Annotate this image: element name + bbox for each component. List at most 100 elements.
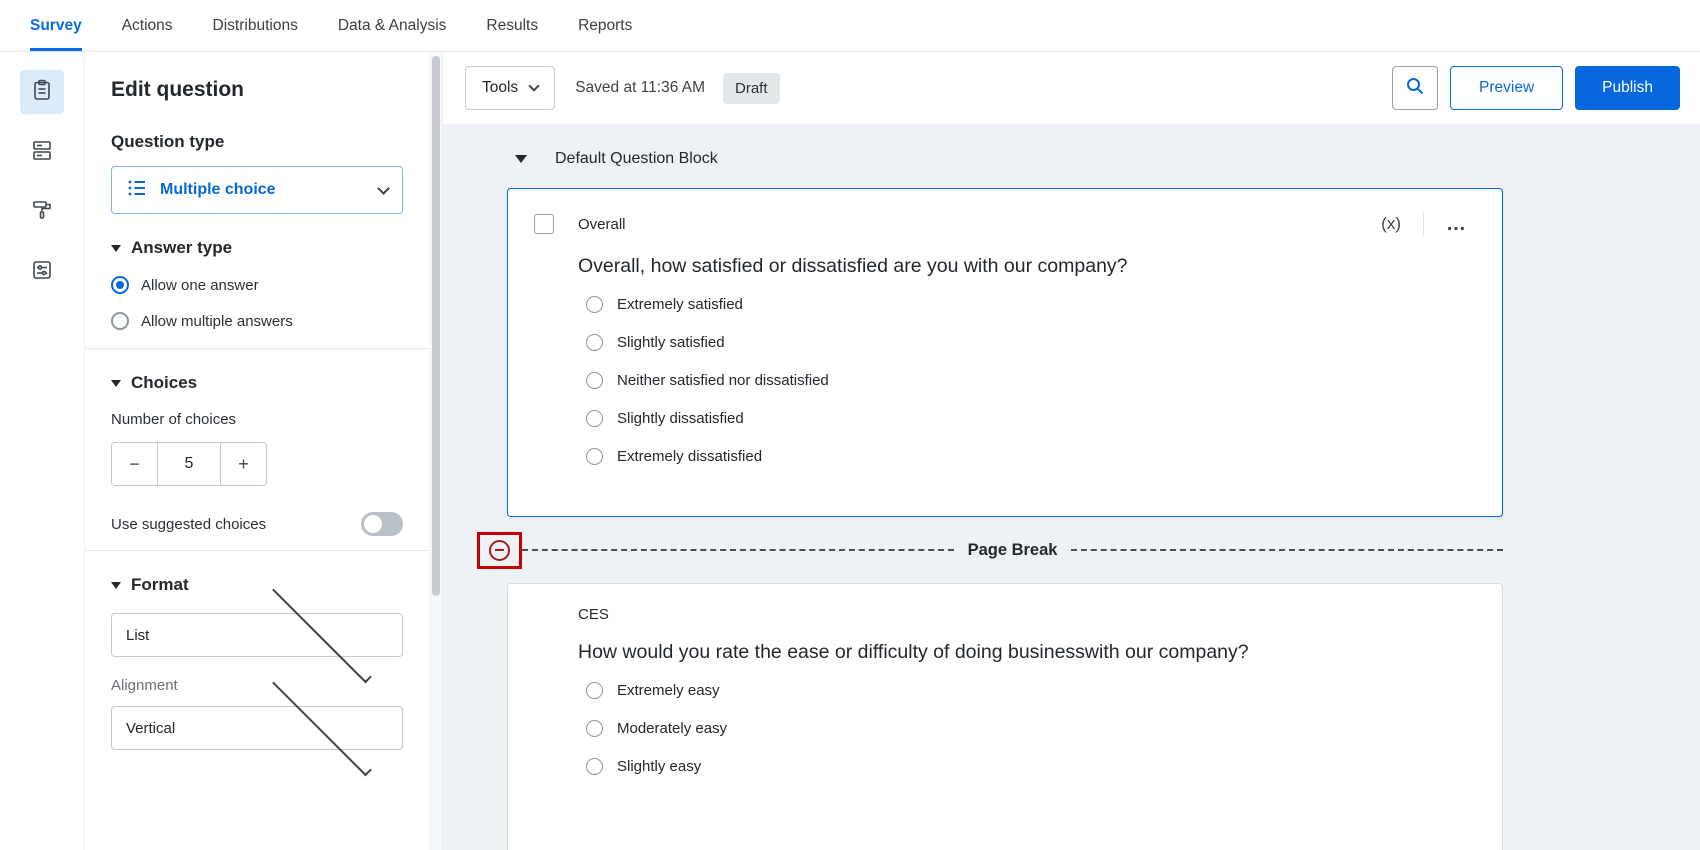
choice-row[interactable]: Extremely easy xyxy=(586,678,1502,702)
question-id-label: CES xyxy=(578,606,609,623)
choice-radio-icon xyxy=(586,296,603,313)
radio-button-icon xyxy=(111,276,129,294)
survey-toolbar: Tools Saved at 11:36 AM Draft Preview Pu… xyxy=(443,52,1700,124)
tools-dropdown-button[interactable]: Tools xyxy=(465,66,555,110)
format-title: Format xyxy=(131,575,189,595)
choice-radio-icon xyxy=(586,720,603,737)
answer-type-section-header[interactable]: Answer type xyxy=(111,238,403,258)
question-dismiss-button[interactable]: (x) xyxy=(1381,214,1401,234)
question-card-header: Overall (x) … xyxy=(508,211,1502,237)
tab-actions[interactable]: Actions xyxy=(122,0,173,51)
annotation-highlight xyxy=(477,532,522,569)
rail-item-survey-options[interactable] xyxy=(20,250,64,294)
choice-label: Neither satisfied nor dissatisfied xyxy=(617,372,829,389)
rail-item-blocks[interactable] xyxy=(20,130,64,174)
question-block-container: Default Question Block Overall (x) … Ove… xyxy=(507,140,1503,850)
settings-sliders-icon xyxy=(30,258,54,287)
tab-distributions[interactable]: Distributions xyxy=(213,0,298,51)
suggested-choices-toggle[interactable] xyxy=(361,512,403,536)
block-collapse-icon[interactable] xyxy=(515,155,527,163)
question-card-overall[interactable]: Overall (x) … Overall, how satisfied or … xyxy=(507,188,1503,517)
publish-button[interactable]: Publish xyxy=(1575,66,1680,110)
blocks-icon xyxy=(30,138,54,167)
question-id-label: Overall xyxy=(578,216,626,233)
preview-button[interactable]: Preview xyxy=(1450,66,1563,110)
rail-item-survey-builder[interactable] xyxy=(20,70,64,114)
search-button[interactable] xyxy=(1392,66,1438,110)
block-title: Default Question Block xyxy=(555,150,718,168)
choice-row[interactable]: Slightly satisfied xyxy=(586,330,1502,354)
page-break-row: Page Break xyxy=(507,525,1503,575)
chevron-down-icon xyxy=(529,80,540,91)
main-area: Tools Saved at 11:36 AM Draft Preview Pu… xyxy=(443,52,1700,850)
choices-count-value: 5 xyxy=(157,443,221,485)
choice-label: Slightly satisfied xyxy=(617,334,725,351)
choice-label: Slightly dissatisfied xyxy=(617,410,744,427)
question-text[interactable]: Overall, how satisfied or dissatisfied a… xyxy=(578,255,1468,278)
choice-radio-icon xyxy=(586,334,603,351)
answer-type-title: Answer type xyxy=(131,238,232,258)
choice-row[interactable]: Moderately easy xyxy=(586,716,1502,740)
decrement-button[interactable]: − xyxy=(112,443,157,485)
page-break-label: Page Break xyxy=(954,541,1072,560)
edit-question-panel: Edit question Question type Multiple cho… xyxy=(85,52,429,850)
tab-results[interactable]: Results xyxy=(486,0,538,51)
tab-data-analysis[interactable]: Data & Analysis xyxy=(338,0,447,51)
alignment-label: Alignment xyxy=(111,677,403,694)
choice-row[interactable]: Extremely satisfied xyxy=(586,292,1502,316)
choice-label: Extremely satisfied xyxy=(617,296,743,313)
choice-row[interactable]: Slightly dissatisfied xyxy=(586,406,1502,430)
section-divider xyxy=(85,348,429,349)
app-body: Edit question Question type Multiple cho… xyxy=(0,52,1700,850)
choice-radio-icon xyxy=(586,448,603,465)
radio-label: Allow one answer xyxy=(141,277,259,294)
alignment-dropdown[interactable]: Vertical xyxy=(111,706,403,750)
radio-allow-multiple-answers[interactable]: Allow multiple answers xyxy=(111,312,403,330)
clipboard-icon xyxy=(30,78,54,107)
tab-survey[interactable]: Survey xyxy=(30,0,82,51)
rail-item-look-and-feel[interactable] xyxy=(20,190,64,234)
page-break-line xyxy=(522,549,954,551)
radio-label: Allow multiple answers xyxy=(141,313,293,330)
question-type-dropdown[interactable]: Multiple choice xyxy=(111,166,403,214)
panel-title: Edit question xyxy=(111,78,403,102)
bulleted-list-icon xyxy=(126,177,148,204)
toolbar-right-group: Preview Publish xyxy=(1392,66,1680,110)
choices-title: Choices xyxy=(131,373,197,393)
minus-circle-icon[interactable] xyxy=(489,540,510,561)
survey-canvas: Default Question Block Overall (x) … Ove… xyxy=(443,124,1700,850)
question-type-value: Multiple choice xyxy=(160,181,367,199)
collapse-caret-icon xyxy=(111,380,121,387)
choices-section-header[interactable]: Choices xyxy=(111,373,403,393)
question-card-header: CES xyxy=(508,606,1502,623)
radio-button-icon xyxy=(111,312,129,330)
choice-row[interactable]: Slightly easy xyxy=(586,754,1502,778)
scrollbar-thumb[interactable] xyxy=(432,56,440,596)
suggested-choices-row: Use suggested choices xyxy=(111,512,403,536)
left-icon-rail xyxy=(0,52,85,850)
choice-radio-icon xyxy=(586,682,603,699)
choice-row[interactable]: Neither satisfied nor dissatisfied xyxy=(586,368,1502,392)
format-list-dropdown[interactable]: List xyxy=(111,613,403,657)
block-header: Default Question Block xyxy=(507,140,1503,188)
alignment-value: Vertical xyxy=(126,720,256,737)
radio-allow-one-answer[interactable]: Allow one answer xyxy=(111,276,403,294)
choice-row[interactable]: Extremely dissatisfied xyxy=(586,444,1502,468)
page-break-line xyxy=(1071,549,1503,551)
saved-status-text: Saved at 11:36 AM xyxy=(575,79,705,97)
top-nav: Survey Actions Distributions Data & Anal… xyxy=(0,0,1700,52)
increment-button[interactable]: + xyxy=(221,443,266,485)
question-card-ces[interactable]: CES How would you rate the ease or diffi… xyxy=(507,583,1503,850)
choice-radio-icon xyxy=(586,410,603,427)
chevron-down-icon xyxy=(377,182,390,195)
tab-reports[interactable]: Reports xyxy=(578,0,632,51)
question-menu-button[interactable]: … xyxy=(1446,219,1468,229)
choice-label: Extremely dissatisfied xyxy=(617,448,762,465)
format-section-header[interactable]: Format xyxy=(111,575,403,595)
question-text[interactable]: How would you rate the ease or difficult… xyxy=(578,641,1468,664)
choice-radio-icon xyxy=(586,758,603,775)
header-divider xyxy=(1423,211,1424,237)
question-checkbox[interactable] xyxy=(534,214,554,234)
panel-scrollbar[interactable] xyxy=(429,52,443,850)
chevron-down-icon xyxy=(272,583,372,683)
